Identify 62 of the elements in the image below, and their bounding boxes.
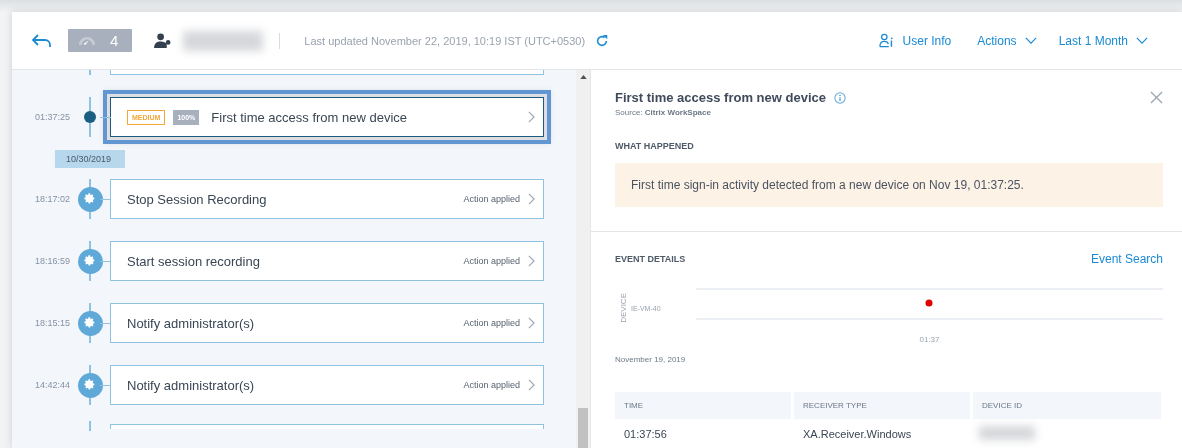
- tick-label: 01:37: [918, 334, 941, 344]
- event-time: 01:37:25: [33, 112, 70, 122]
- period-dropdown[interactable]: Last 1 Month: [1058, 33, 1148, 48]
- column-header: DEVICE ID: [973, 392, 1161, 419]
- timeline-card[interactable]: Notify administrator(s) Action applied: [110, 365, 544, 405]
- axis-label: DEVICE: [618, 293, 628, 323]
- card-title: First time access from new device: [211, 109, 409, 125]
- event-time: 18:17:02: [33, 194, 70, 204]
- gear-icon: [83, 316, 97, 330]
- timeline-dot: [84, 111, 96, 123]
- actions-dropdown[interactable]: Actions: [977, 33, 1037, 48]
- card-title: Start session recording: [127, 253, 261, 269]
- scroll-thumb[interactable]: [578, 408, 588, 448]
- section-heading: WHAT HAPPENED: [615, 141, 695, 151]
- action-status: Action applied: [463, 256, 520, 266]
- gear-icon: [83, 378, 97, 392]
- card-title: Stop Session Recording: [127, 191, 268, 207]
- table-cell-text: XA.Receiver.Windows: [802, 427, 913, 442]
- chevron-down-icon: [1136, 37, 1148, 44]
- timeline-card[interactable]: Stop Session Recording Action applied: [110, 179, 544, 219]
- chevron-right-icon: [528, 111, 535, 123]
- redacted-device-id: [979, 426, 1035, 440]
- gear-icon: [83, 254, 97, 268]
- chevron-right-icon: [528, 193, 535, 205]
- detail-title: First time access from new device: [615, 90, 826, 105]
- event-time: 18:15:15: [33, 318, 70, 328]
- event-time: 18:16:59: [33, 256, 70, 266]
- action-status: Action applied: [463, 318, 520, 328]
- gauge-icon: [78, 36, 96, 45]
- user-info-button[interactable]: User Info: [878, 33, 952, 48]
- chart-date: November 19, 2019: [615, 354, 687, 364]
- back-icon[interactable]: [32, 33, 52, 48]
- last-updated: Last updated November 22, 2019, 10:19 IST (UTC+0530): [304, 34, 586, 47]
- column-header: TIME: [615, 392, 791, 419]
- event-dot: [925, 299, 933, 307]
- user-info-icon: [878, 33, 895, 48]
- info-icon[interactable]: [834, 91, 846, 104]
- chevron-down-icon: [1024, 37, 1037, 44]
- scrollbar[interactable]: [576, 70, 590, 448]
- card-title: Notify administrator(s): [127, 377, 256, 393]
- gear-icon: [83, 192, 97, 206]
- risk-badge: 4: [68, 29, 133, 52]
- source-text: Source: Citrix WorkSpace: [615, 108, 712, 117]
- date-chip: 10/30/2019: [55, 150, 125, 168]
- user-icon: [154, 33, 172, 48]
- section-heading: EVENT DETAILS: [615, 254, 686, 264]
- scroll-up-icon[interactable]: [579, 75, 587, 79]
- chevron-right-icon: [528, 317, 535, 329]
- column-header: RECEIVER TYPE: [794, 392, 970, 419]
- close-icon[interactable]: [1150, 91, 1163, 104]
- action-status: Action applied: [463, 194, 520, 204]
- refresh-icon[interactable]: [595, 33, 610, 48]
- event-time: 14:42:44: [33, 380, 70, 390]
- event-search-link[interactable]: Event Search: [1090, 252, 1163, 266]
- chevron-right-icon: [528, 379, 535, 391]
- table-cell-text: 01:37:56: [623, 427, 668, 442]
- what-happened-message: First time sign-in activity detected from a new device on Nov 19, 01:37:25.: [615, 163, 1163, 207]
- action-status: Action applied: [463, 380, 520, 390]
- chevron-right-icon: [528, 255, 535, 267]
- timeline-card[interactable]: Start session recording Action applied: [110, 241, 544, 281]
- timeline-card[interactable]: Notify administrator(s) Action applied: [110, 303, 544, 343]
- card-title: Notify administrator(s): [127, 315, 256, 331]
